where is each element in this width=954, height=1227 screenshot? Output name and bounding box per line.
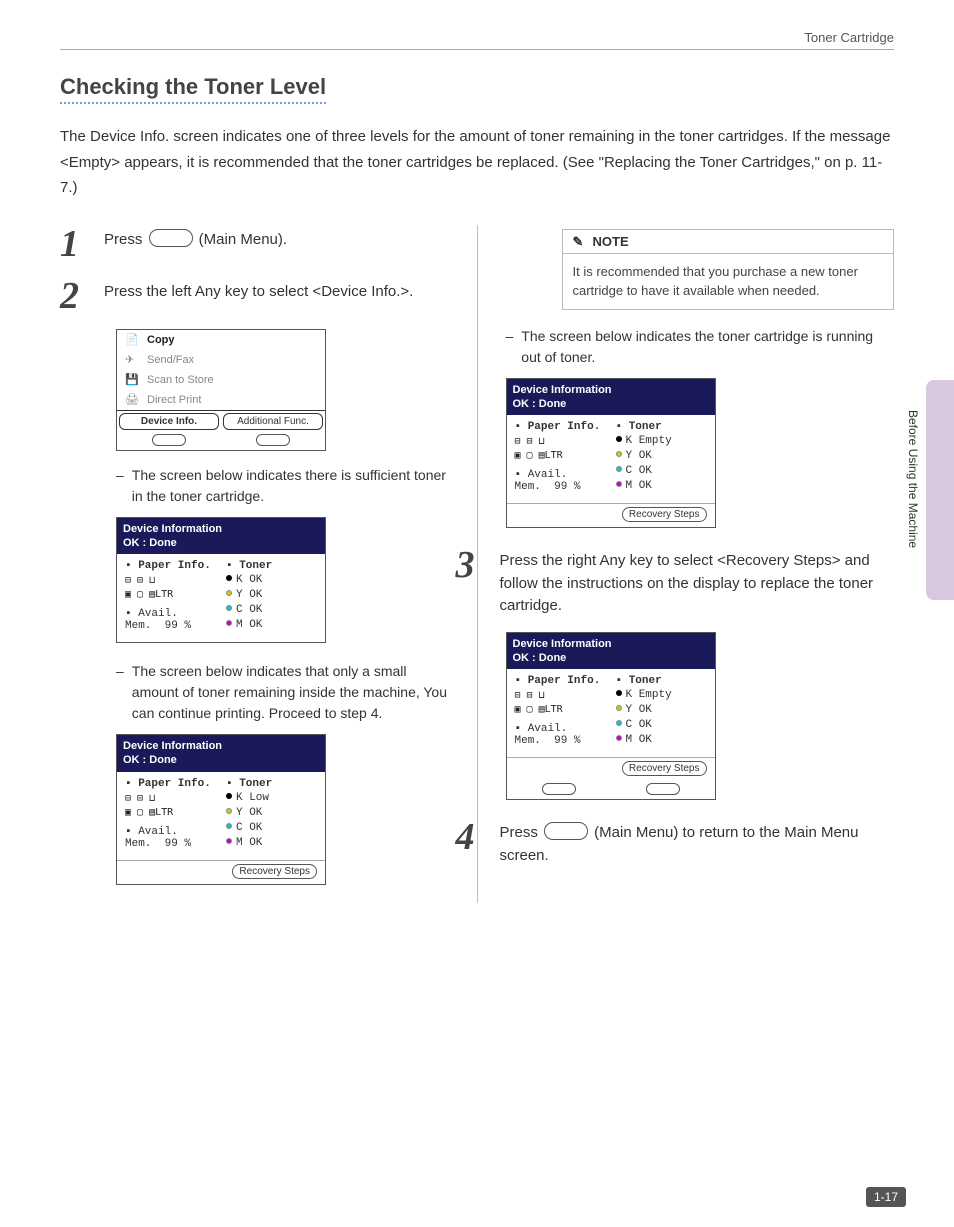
right-any-key-icon [646,783,680,795]
recovery-steps-softkey: Recovery Steps [622,761,707,776]
note-body: It is recommended that you purchase a ne… [563,254,894,309]
intro-paragraph: The Device Info. screen indicates one of… [60,124,894,201]
lcd-empty: Device Information OK : Done ▪ Paper Inf… [506,378,716,529]
device-info-softkey: Device Info. [119,413,219,430]
step-4: 4 Press (Main Menu) to return to the Mai… [456,818,895,867]
recovery-steps-softkey: Recovery Steps [232,864,317,879]
note-label: NOTE [593,234,629,249]
sub-low: – The screen below indicates that only a… [116,661,449,724]
pencil-icon: ✎ [573,234,587,248]
main-menu-button-icon [544,822,588,840]
step1-text-pre: Press [104,231,147,248]
main-menu-screenshot: 📄Copy ✈Send/Fax 💾Scan to Store 🖨Direct P… [116,329,326,451]
print-icon: 🖨 [125,393,141,407]
step3-text: Press the right Any key to select <Recov… [500,546,895,618]
right-any-key-icon [256,434,290,446]
step4-text-pre: Press [500,824,543,841]
step-number: 1 [60,225,88,263]
step-number: 3 [456,546,484,584]
copy-icon: 📄 [125,333,141,347]
main-menu-button-icon [149,229,193,247]
running-head: Toner Cartridge [60,30,894,50]
step-1: 1 Press (Main Menu). [60,225,449,263]
scan-icon: 💾 [125,373,141,387]
step2-text: Press the left Any key to select <Device… [104,277,449,304]
sub-sufficient: – The screen below indicates there is su… [116,465,449,507]
section-title: Checking the Toner Level [60,74,326,104]
additional-func-softkey: Additional Func. [223,413,323,430]
step1-text-post: (Main Menu). [195,231,288,248]
step-3: 3 Press the right Any key to select <Rec… [456,546,895,618]
lcd-low: Device Information OK : Done ▪ Paper Inf… [116,734,326,885]
left-any-key-icon [152,434,186,446]
left-any-key-icon [542,783,576,795]
lcd-sufficient: Device Information OK : Done ▪ Paper Inf… [116,517,326,644]
section-tab [926,380,954,600]
section-tab-label: Before Using the Machine [906,410,920,548]
send-fax-icon: ✈ [125,353,141,367]
sub-runout: – The screen below indicates the toner c… [506,326,895,368]
step-2: 2 Press the left Any key to select <Devi… [60,277,449,315]
page-number: 1-17 [866,1187,906,1207]
step-number: 2 [60,277,88,315]
step-number: 4 [456,818,484,856]
lcd-recovery: Device Information OK : Done ▪ Paper Inf… [506,632,716,801]
recovery-steps-softkey: Recovery Steps [622,507,707,522]
note-box: ✎ NOTE It is recommended that you purcha… [562,229,895,310]
